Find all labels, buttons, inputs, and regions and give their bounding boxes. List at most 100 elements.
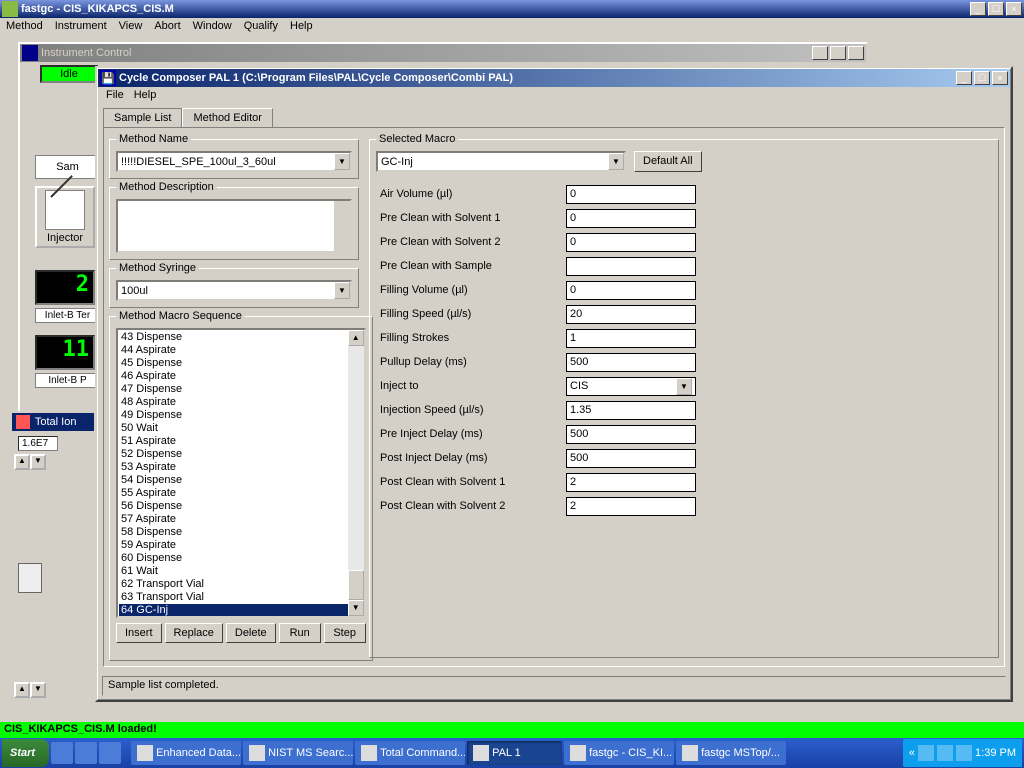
total-ion-header[interactable]: Total Ion xyxy=(12,413,94,431)
cycle-close-button[interactable]: × xyxy=(992,71,1008,85)
quicklaunch-firefox-icon[interactable] xyxy=(75,742,97,764)
tab-method-editor[interactable]: Method Editor xyxy=(182,108,272,127)
macro-list-item[interactable]: 61 Wait xyxy=(119,565,363,578)
macro-list-item[interactable]: 62 Transport Vial xyxy=(119,578,363,591)
maximize-button[interactable]: ☐ xyxy=(988,2,1004,16)
menu-view[interactable]: View xyxy=(119,20,143,35)
param-dropdown[interactable]: CIS▼ xyxy=(566,377,696,396)
menu-help[interactable]: Help xyxy=(290,20,313,35)
menu-window[interactable]: Window xyxy=(193,20,232,35)
menu-method[interactable]: Method xyxy=(6,20,43,35)
tab-sample-list[interactable]: Sample List xyxy=(103,108,182,127)
macro-list-item[interactable]: 45 Dispense xyxy=(119,357,363,370)
macro-list-item[interactable]: 49 Dispense xyxy=(119,409,363,422)
macro-list-item[interactable]: 63 Transport Vial xyxy=(119,591,363,604)
close-button[interactable]: × xyxy=(1006,2,1022,16)
tray-clock[interactable]: 1:39 PM xyxy=(975,747,1016,759)
inst-maximize-button[interactable]: ☐ xyxy=(830,46,846,60)
taskbar-task[interactable]: Total Command... xyxy=(355,741,465,765)
macro-sequence-listbox[interactable]: 43 Dispense44 Aspirate45 Dispense46 Aspi… xyxy=(116,328,366,618)
tray-icon[interactable] xyxy=(956,745,972,761)
param-input[interactable]: 500 xyxy=(566,449,696,468)
param-input[interactable]: 2 xyxy=(566,497,696,516)
menu-abort[interactable]: Abort xyxy=(154,20,180,35)
macro-list-item[interactable]: 53 Aspirate xyxy=(119,461,363,474)
tray-icon[interactable] xyxy=(937,745,953,761)
macro-list-item[interactable]: 59 Aspirate xyxy=(119,539,363,552)
macro-list-item[interactable]: 43 Dispense xyxy=(119,331,363,344)
macro-list-item[interactable]: 64 GC-Inj xyxy=(119,604,363,617)
start-button[interactable]: Start xyxy=(2,739,49,767)
param-input[interactable]: 1.35 xyxy=(566,401,696,420)
macro-list-item[interactable]: 55 Aspirate xyxy=(119,487,363,500)
scale-down-button[interactable]: ▼ xyxy=(30,454,46,470)
param-input[interactable]: 0 xyxy=(566,281,696,300)
macro-list-item[interactable]: 50 Wait xyxy=(119,422,363,435)
macro-list-item[interactable]: 60 Dispense xyxy=(119,552,363,565)
default-all-button[interactable]: Default All xyxy=(634,151,702,172)
run-button[interactable]: Run xyxy=(279,623,321,643)
taskbar-task[interactable]: NIST MS Searc... xyxy=(243,741,353,765)
macro-list-item[interactable]: 52 Dispense xyxy=(119,448,363,461)
cycle-menu-help[interactable]: Help xyxy=(134,89,157,103)
tray-icon[interactable] xyxy=(918,745,934,761)
cycle-minimize-button[interactable]: _ xyxy=(956,71,972,85)
taskbar-task[interactable]: Enhanced Data... xyxy=(131,741,241,765)
method-name-dropdown[interactable]: !!!!!DIESEL_SPE_100ul_3_60ul▼ xyxy=(116,151,352,172)
cycle-menu-file[interactable]: File xyxy=(106,89,124,103)
scrollbar[interactable] xyxy=(334,201,350,251)
instrument-icon xyxy=(22,45,38,61)
step-button[interactable]: Step xyxy=(324,623,366,643)
menu-qualify[interactable]: Qualify xyxy=(244,20,278,35)
macro-list-item[interactable]: 51 Aspirate xyxy=(119,435,363,448)
scale-up-button[interactable]: ▲ xyxy=(14,454,30,470)
param-input[interactable]: 0 xyxy=(566,185,696,204)
scroll-down-button[interactable]: ▼ xyxy=(348,600,364,616)
minimize-button[interactable]: _ xyxy=(970,2,986,16)
macro-list-item[interactable]: 48 Aspirate xyxy=(119,396,363,409)
method-desc-textarea[interactable] xyxy=(116,199,352,253)
param-input[interactable]: 0 xyxy=(566,233,696,252)
scroll-thumb[interactable] xyxy=(348,570,364,600)
selected-macro-dropdown[interactable]: GC-Inj▼ xyxy=(376,151,626,172)
param-input[interactable] xyxy=(566,257,696,276)
scale-down-button-2[interactable]: ▼ xyxy=(30,682,46,698)
quicklaunch-save-icon[interactable] xyxy=(99,742,121,764)
insert-button[interactable]: Insert xyxy=(116,623,162,643)
scale-up-button-2[interactable]: ▲ xyxy=(14,682,30,698)
chart-icon xyxy=(16,415,30,429)
taskbar-task[interactable]: fastgc - CIS_KI... xyxy=(564,741,674,765)
param-input[interactable]: 500 xyxy=(566,353,696,372)
param-input[interactable]: 500 xyxy=(566,425,696,444)
macro-list-item[interactable]: 46 Aspirate xyxy=(119,370,363,383)
idle-status: Idle xyxy=(40,65,98,83)
ruler-icon[interactable] xyxy=(18,563,42,593)
macro-list-item[interactable]: 54 Dispense xyxy=(119,474,363,487)
cycle-titlebar[interactable]: 💾 Cycle Composer PAL 1 (C:\Program Files… xyxy=(98,69,1010,87)
param-input[interactable]: 1 xyxy=(566,329,696,348)
inst-minimize-button[interactable]: _ xyxy=(812,46,828,60)
macro-list-item[interactable]: 57 Aspirate xyxy=(119,513,363,526)
menu-instrument[interactable]: Instrument xyxy=(55,20,107,35)
macro-list-item[interactable]: 47 Dispense xyxy=(119,383,363,396)
delete-button[interactable]: Delete xyxy=(226,623,276,643)
macro-list-item[interactable]: 56 Dispense xyxy=(119,500,363,513)
method-syringe-dropdown[interactable]: 100ul▼ xyxy=(116,280,352,301)
taskbar-task[interactable]: PAL 1 xyxy=(467,741,562,765)
scroll-up-button[interactable]: ▲ xyxy=(348,330,364,346)
taskbar-task[interactable]: fastgc MSTop/... xyxy=(676,741,786,765)
inst-close-button[interactable]: × xyxy=(848,46,864,60)
param-row: Pre Clean with Solvent 10 xyxy=(376,206,992,230)
cycle-maximize-button[interactable]: ☐ xyxy=(974,71,990,85)
injector-button[interactable]: Injector xyxy=(35,186,95,248)
macro-list-item[interactable]: 58 Dispense xyxy=(119,526,363,539)
replace-button[interactable]: Replace xyxy=(165,623,223,643)
param-input[interactable]: 0 xyxy=(566,209,696,228)
listbox-scrollbar[interactable]: ▲ ▼ xyxy=(348,330,364,616)
tray-expand-icon[interactable]: « xyxy=(909,747,915,759)
param-input[interactable]: 2 xyxy=(566,473,696,492)
quicklaunch-ie-icon[interactable] xyxy=(51,742,73,764)
macro-list-item[interactable]: 44 Aspirate xyxy=(119,344,363,357)
sample-box[interactable]: Sam xyxy=(35,155,100,179)
param-input[interactable]: 20 xyxy=(566,305,696,324)
